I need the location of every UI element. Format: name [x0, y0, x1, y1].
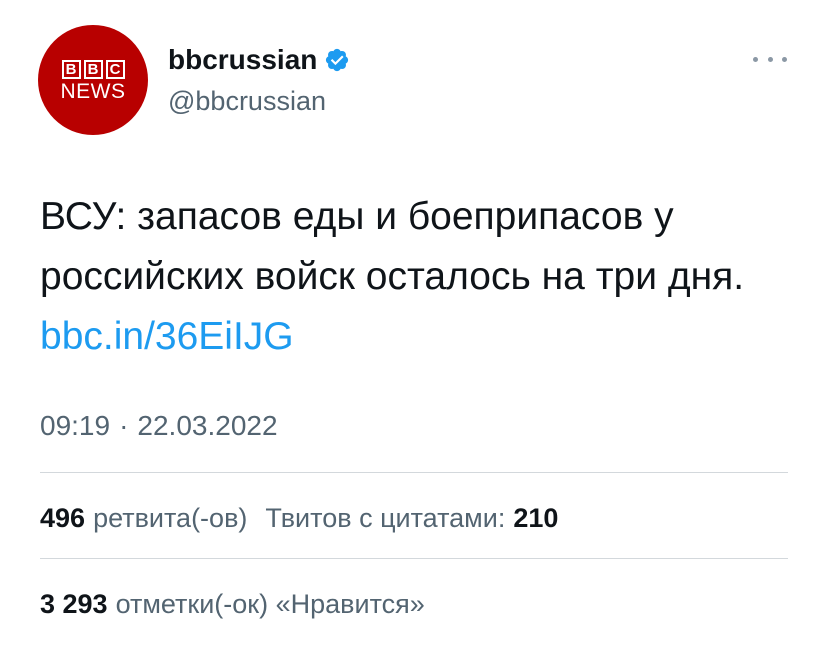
more-dot	[782, 56, 787, 62]
display-name-text: bbcrussian	[168, 44, 318, 75]
bbc-logo-blocks: B B C	[61, 59, 125, 79]
retweets-count: 496	[40, 503, 86, 533]
tweet-timestamp[interactable]: 09:19 · 22.03.2022	[40, 408, 278, 444]
more-dot	[753, 56, 758, 62]
bbc-logo-letter: C	[105, 59, 125, 79]
bbc-logo-letter: B	[61, 59, 81, 79]
more-options-icon[interactable]	[753, 52, 787, 66]
verified-badge-icon	[326, 48, 349, 72]
tweet-body: ВСУ: запасов еды и боеприпасов у российс…	[40, 187, 780, 367]
tweet-link[interactable]: bbc.in/36EiIJG	[40, 315, 294, 358]
retweets-stat[interactable]: 496 ретвита(-ов)	[40, 501, 247, 535]
author-display-name[interactable]: bbcrussian	[168, 43, 350, 77]
tweet-date: 22.03.2022	[137, 410, 278, 441]
bbc-logo-news: NEWS	[60, 79, 126, 103]
likes-count: 3 293	[40, 589, 108, 619]
divider	[40, 472, 788, 473]
bbc-news-avatar[interactable]: B B C NEWS	[38, 25, 148, 135]
quotes-label: Твитов с цитатами:	[265, 503, 506, 533]
likes-label: отметки(-ок) «Нравится»	[115, 589, 425, 619]
tweet-time: 09:19	[40, 410, 111, 441]
retweets-label: ретвита(-ов)	[93, 503, 248, 533]
bbc-logo-letter: B	[83, 59, 103, 79]
more-dot	[767, 56, 773, 62]
likes-stats-row: 3 293 отметки(-ок) «Нравится»	[40, 587, 425, 621]
divider	[40, 558, 788, 559]
timestamp-separator: ·	[119, 410, 129, 441]
likes-stat[interactable]: 3 293 отметки(-ок) «Нравится»	[40, 587, 425, 621]
quotes-count: 210	[513, 503, 559, 533]
tweet-text: ВСУ: запасов еды и боеприпасов у российс…	[40, 195, 745, 298]
quotes-stat[interactable]: Твитов с цитатами: 210	[265, 501, 558, 535]
author-handle[interactable]: @bbcrussian	[168, 84, 326, 118]
engagement-stats-row: 496 ретвита(-ов) Твитов с цитатами: 210	[40, 501, 558, 535]
